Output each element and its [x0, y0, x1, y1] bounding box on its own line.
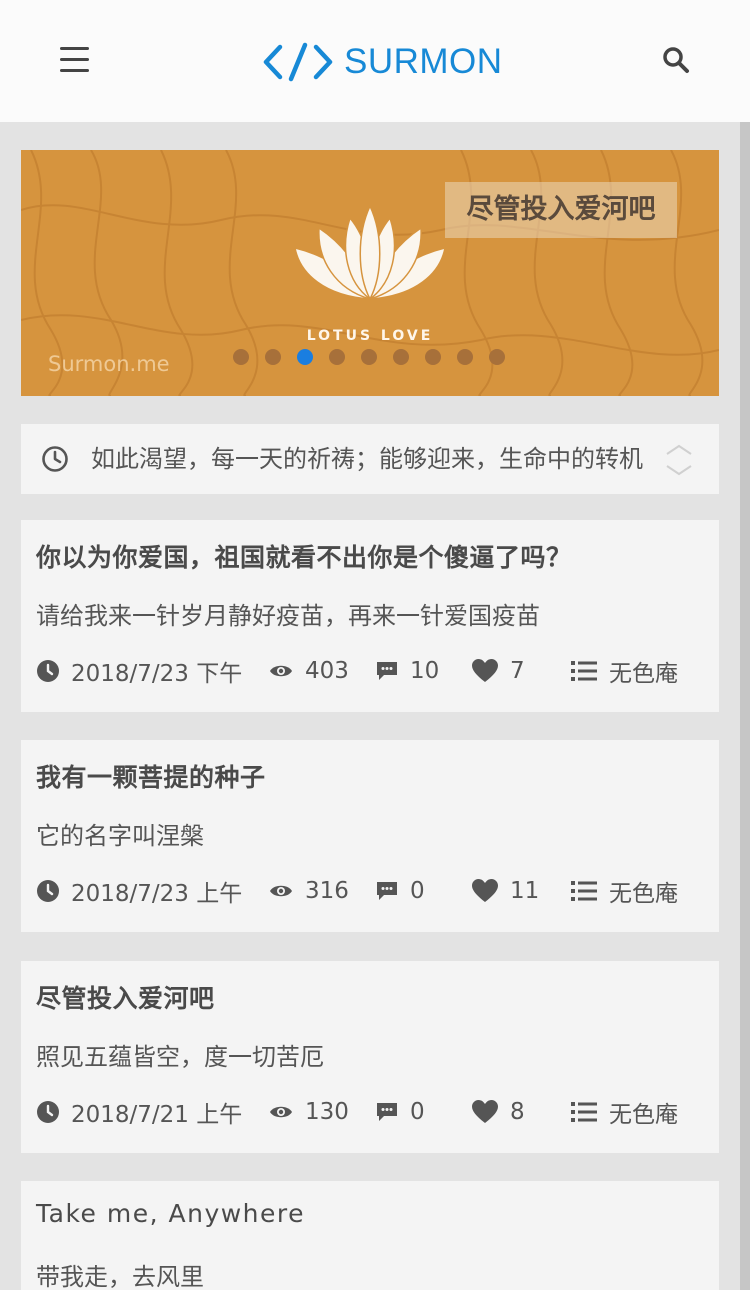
article-views-count: 403: [305, 658, 349, 684]
carousel-dot[interactable]: [425, 349, 441, 365]
article-date: 2018/7/21 上午: [37, 1097, 243, 1128]
article-date-text: 2018/7/21 上午: [71, 1102, 243, 1128]
article-description: 照见五蕴皆空，度一切苦厄: [36, 1043, 324, 1071]
article-likes-count: 7: [510, 658, 525, 684]
list-icon: [571, 881, 597, 901]
code-brackets-icon: [263, 42, 333, 82]
article-category-text: 无色庵: [609, 881, 678, 907]
clock-solid-icon: [37, 660, 59, 682]
article-likes-count: 11: [510, 878, 540, 904]
comment-icon: [377, 882, 397, 900]
menu-icon[interactable]: [52, 38, 96, 82]
article-title[interactable]: Take me, Anywhere: [36, 1199, 305, 1228]
article-title[interactable]: 尽管投入爱河吧: [36, 979, 215, 1015]
article-likes-count: 8: [510, 1099, 525, 1125]
article-comments-count: 10: [410, 658, 440, 684]
clock-icon: [42, 446, 68, 472]
article-comments-count: 0: [410, 878, 425, 904]
article-date: 2018/7/23 下午: [37, 656, 243, 687]
list-icon: [571, 1102, 597, 1122]
logo-text: SURMON: [344, 42, 503, 81]
article-title[interactable]: 你以为你爱国，祖国就看不出你是个傻逼了吗？: [36, 538, 572, 574]
article-comments: 10: [376, 656, 439, 686]
heart-icon: [472, 879, 498, 902]
article-likes[interactable]: 8: [472, 1097, 525, 1127]
page-scrollbar[interactable]: [740, 122, 750, 1290]
article-comments-count: 0: [410, 1099, 425, 1125]
article-card[interactable]: Take me, Anywhere 带我走，去风里: [21, 1181, 719, 1290]
heart-icon: [472, 1100, 498, 1123]
article-views-count: 130: [305, 1099, 349, 1125]
comment-icon: [377, 662, 397, 680]
article-title[interactable]: 我有一颗菩提的种子: [36, 758, 266, 794]
article-views: 316: [269, 876, 349, 906]
article-comments: 0: [376, 1097, 425, 1127]
article-description: 它的名字叫涅槃: [36, 822, 204, 850]
article-likes[interactable]: 11: [472, 876, 539, 906]
eye-icon: [270, 665, 292, 677]
article-category[interactable]: 无色庵: [571, 1097, 678, 1128]
article-description: 带我走，去风里: [36, 1263, 204, 1290]
article-category-text: 无色庵: [609, 661, 678, 687]
comment-icon: [377, 1103, 397, 1121]
article-card[interactable]: 尽管投入爱河吧 照见五蕴皆空，度一切苦厄 2018/7/21 上午 130 0 …: [21, 961, 719, 1153]
article-date: 2018/7/23 上午: [37, 876, 243, 907]
article-date-text: 2018/7/23 下午: [71, 661, 243, 687]
carousel-dot[interactable]: [393, 349, 409, 365]
clock-solid-icon: [37, 880, 59, 902]
lotus-icon: [295, 204, 445, 301]
clock-solid-icon: [37, 1101, 59, 1123]
carousel-dot[interactable]: [489, 349, 505, 365]
article-comments: 0: [376, 876, 425, 906]
banner-carousel[interactable]: 尽管投入爱河吧 LOTUS LOVE Surmon.me: [21, 150, 719, 396]
article-category[interactable]: 无色庵: [571, 656, 678, 687]
carousel-dot[interactable]: [233, 349, 249, 365]
eye-icon: [270, 885, 292, 897]
article-views: 130: [269, 1097, 349, 1127]
search-icon[interactable]: [656, 40, 696, 80]
carousel-dot[interactable]: [329, 349, 345, 365]
carousel-dot[interactable]: [265, 349, 281, 365]
banner-title: 尽管投入爱河吧: [445, 182, 677, 238]
site-logo[interactable]: SURMON: [262, 38, 503, 86]
article-likes[interactable]: 7: [472, 656, 525, 686]
list-icon: [571, 661, 597, 681]
eye-icon: [270, 1106, 292, 1118]
heart-icon: [472, 659, 498, 682]
article-date-text: 2018/7/23 上午: [71, 881, 243, 907]
carousel-dot-active[interactable]: [297, 349, 313, 365]
carousel-dot[interactable]: [361, 349, 377, 365]
article-views: 403: [269, 656, 349, 686]
announcement-text: 如此渴望，每一天的祈祷；能够迎来，生命中的转机: [91, 445, 643, 473]
chevron-up-down-icon[interactable]: [661, 438, 697, 482]
article-card[interactable]: 你以为你爱国，祖国就看不出你是个傻逼了吗？ 请给我来一针岁月静好疫苗，再来一针爱…: [21, 520, 719, 712]
article-category[interactable]: 无色庵: [571, 876, 678, 907]
article-category-text: 无色庵: [609, 1102, 678, 1128]
article-description: 请给我来一针岁月静好疫苗，再来一针爱国疫苗: [36, 602, 540, 630]
article-views-count: 316: [305, 878, 349, 904]
banner-watermark: Surmon.me: [48, 352, 170, 376]
carousel-pagination: [233, 349, 521, 367]
site-header: SURMON: [0, 0, 750, 122]
announcement-bar[interactable]: 如此渴望，每一天的祈祷；能够迎来，生命中的转机: [21, 424, 719, 494]
banner-caption: LOTUS LOVE: [306, 328, 434, 344]
carousel-dot[interactable]: [457, 349, 473, 365]
article-card[interactable]: 我有一颗菩提的种子 它的名字叫涅槃 2018/7/23 上午 316 0 11 …: [21, 740, 719, 932]
